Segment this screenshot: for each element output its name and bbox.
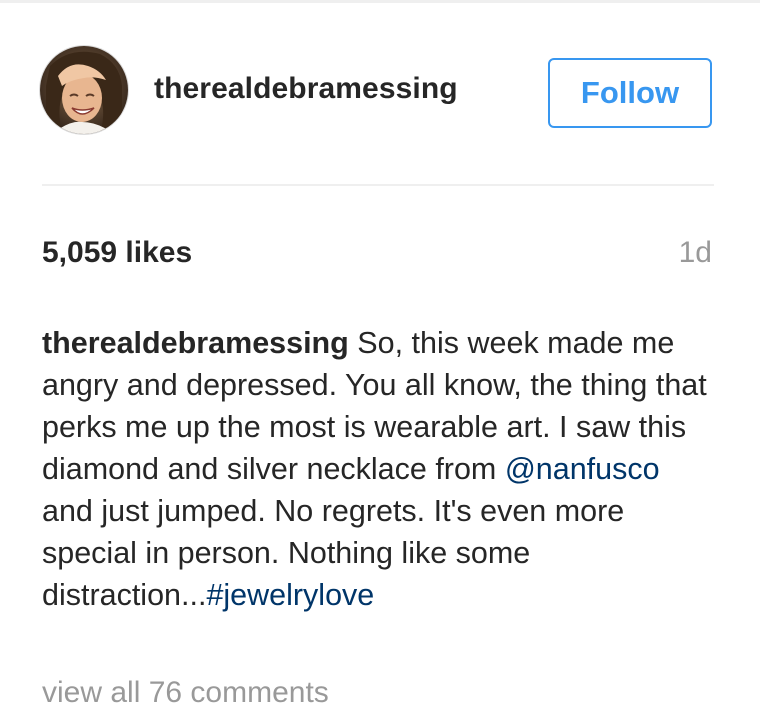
caption-username[interactable]: therealdebramessing bbox=[42, 326, 349, 360]
caption-hashtag-link[interactable]: #jewelrylove bbox=[206, 578, 374, 612]
post-timestamp[interactable]: 1d bbox=[679, 236, 712, 270]
likes-count[interactable]: 5,059 likes bbox=[42, 236, 192, 270]
top-border bbox=[0, 0, 760, 3]
post-username[interactable]: therealdebramessing bbox=[154, 72, 458, 106]
avatar[interactable] bbox=[40, 46, 128, 134]
caption-mention-link[interactable]: @nanfusco bbox=[505, 452, 660, 486]
follow-button[interactable]: Follow bbox=[548, 58, 712, 128]
post-header: therealdebramessing Follow bbox=[40, 46, 714, 140]
avatar-photo-icon bbox=[40, 46, 128, 134]
header-divider bbox=[42, 184, 714, 186]
post-caption: therealdebramessing So, this week made m… bbox=[42, 322, 718, 616]
view-all-comments-link[interactable]: view all 76 comments bbox=[42, 676, 329, 710]
